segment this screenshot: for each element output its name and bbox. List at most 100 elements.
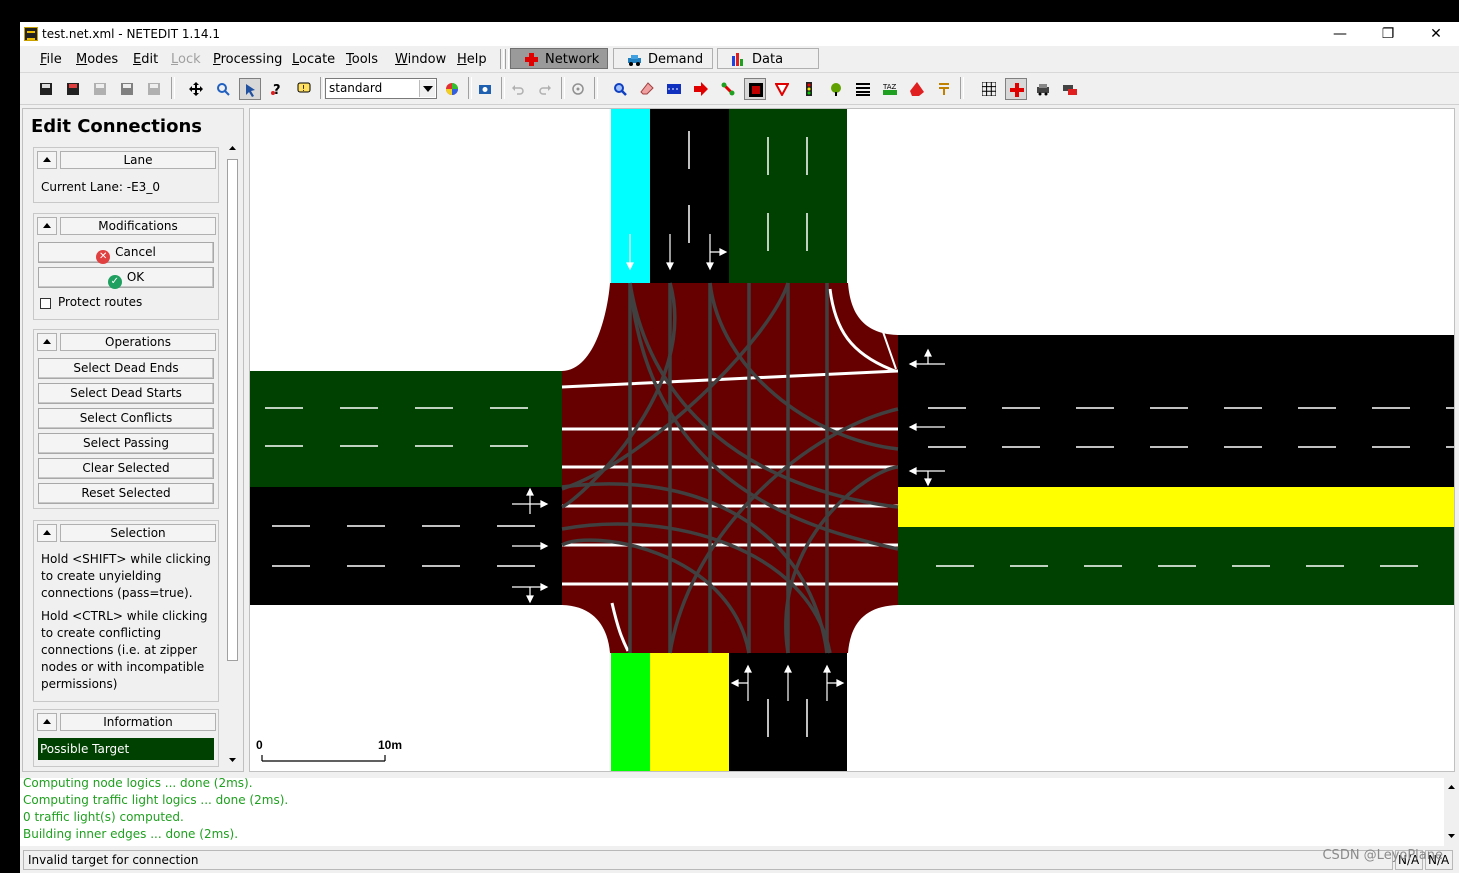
menu-edit[interactable]: Edit — [133, 52, 158, 67]
help-cursor-button[interactable]: ? — [266, 78, 288, 100]
shape-mode-button[interactable] — [906, 78, 928, 100]
network-view-canvas[interactable]: 0 10m — [249, 108, 1455, 772]
south-conflict-lane[interactable] — [650, 653, 729, 772]
ok-check-icon: ✓ — [107, 275, 122, 289]
panel-scrollbar[interactable] — [225, 141, 240, 767]
collapse-information-button[interactable] — [37, 713, 57, 731]
select-dead-ends-button[interactable]: Select Dead Ends — [38, 358, 214, 379]
crossing-mode-button[interactable] — [852, 78, 874, 100]
close-button[interactable]: ✕ — [1416, 24, 1456, 44]
menu-file[interactable]: File — [40, 52, 62, 67]
east-incoming-edge[interactable] — [898, 335, 1455, 487]
menu-bar: File Modes Edit Lock Processing Locate T… — [20, 46, 1459, 73]
supermode-demand-button[interactable]: Demand — [613, 48, 713, 69]
ctrl-hint-line: permissions) — [41, 677, 118, 691]
ok-button[interactable]: ✓ OK — [38, 267, 214, 289]
car-icon — [1037, 84, 1049, 96]
scroll-up-button[interactable] — [225, 141, 240, 156]
menu-processing[interactable]: Processing — [213, 52, 282, 67]
taz-mode-button[interactable]: TAZ — [879, 78, 901, 100]
save-additional-button[interactable] — [89, 78, 111, 100]
menu-modes[interactable]: Modes — [76, 52, 118, 67]
save-disabled-icon — [148, 83, 160, 95]
traffic-light-icon — [806, 82, 812, 96]
network-drawing[interactable]: 0 10m — [250, 109, 1455, 772]
north-outgoing-edge[interactable] — [729, 109, 847, 283]
chevron-up-icon[interactable] — [1444, 780, 1459, 795]
toggle-change-lanes-button[interactable] — [1059, 78, 1081, 100]
zoom-button[interactable] — [212, 78, 234, 100]
collapse-selection-button[interactable] — [37, 524, 57, 542]
save-data-button[interactable] — [116, 78, 138, 100]
ctrl-hint-line: Hold <CTRL> while clicking — [41, 609, 208, 623]
scroll-thumb[interactable] — [227, 159, 238, 661]
scroll-down-button[interactable] — [225, 752, 240, 767]
menu-window[interactable]: Window — [395, 52, 446, 67]
title-bar: test.net.xml - NETEDIT 1.14.1 — ❐ ✕ — [20, 22, 1459, 46]
information-group-title: Information — [60, 713, 216, 731]
save-button[interactable] — [35, 78, 57, 100]
wire-icon — [939, 83, 949, 95]
select-network-button[interactable] — [663, 78, 685, 100]
collapse-modifications-button[interactable] — [37, 217, 57, 235]
connect-mode-button[interactable] — [744, 78, 766, 100]
toggle-junction-shape-button[interactable] — [1005, 78, 1027, 100]
delete-mode-button[interactable] — [636, 78, 658, 100]
recompute-button[interactable] — [567, 78, 589, 100]
create-edge-button[interactable] — [717, 78, 739, 100]
network-inspect-button[interactable] — [609, 78, 631, 100]
cancel-x-icon: ✕ — [96, 250, 111, 264]
cancel-label: Cancel — [115, 245, 156, 259]
toggle-grid-button[interactable] — [978, 78, 1000, 100]
hint-button[interactable]: ! — [293, 78, 315, 100]
east-conflict-lane[interactable] — [898, 487, 1455, 527]
select-passing-button[interactable]: Select Passing — [38, 433, 214, 454]
edit-connections-frame: Edit Connections Lane Current Lane: -E3_… — [22, 108, 244, 772]
toolbar-separator — [171, 77, 175, 99]
move-mode-button[interactable] — [690, 78, 712, 100]
minimize-button[interactable]: — — [1320, 24, 1360, 44]
information-group: Information Possible Target — [33, 709, 219, 767]
prohibition-mode-button[interactable] — [771, 78, 793, 100]
prohibition-arrow-button[interactable] — [933, 78, 955, 100]
save-demand-button[interactable] — [62, 78, 84, 100]
supermode-data-button[interactable]: Data — [717, 48, 819, 69]
menu-help[interactable]: Help — [457, 52, 487, 67]
scale-start-label: 0 — [256, 738, 263, 752]
toggle-vehicle-button[interactable] — [1032, 78, 1054, 100]
select-mode-button[interactable] — [239, 78, 261, 100]
redo-button[interactable] — [534, 78, 556, 100]
selection-group-header: Selection — [36, 523, 216, 543]
modifications-group-title: Modifications — [60, 217, 216, 235]
menu-lock[interactable]: Lock — [171, 52, 201, 67]
inspect-mode-button[interactable] — [185, 78, 207, 100]
reset-selected-button[interactable]: Reset Selected — [38, 483, 214, 504]
color-scheme-button[interactable] — [441, 78, 463, 100]
crossing-stripes-icon — [856, 83, 870, 96]
select-conflicts-button[interactable]: Select Conflicts — [38, 408, 214, 429]
menu-locate[interactable]: Locate — [292, 52, 335, 67]
color-scheme-select[interactable]: standard — [325, 78, 437, 99]
south-target-lane[interactable] — [611, 653, 650, 772]
chevron-down-icon[interactable] — [1444, 828, 1459, 843]
clear-selected-button[interactable]: Clear Selected — [38, 458, 214, 479]
undo-button[interactable] — [507, 78, 529, 100]
west-incoming-edge[interactable] — [250, 371, 562, 487]
save-config-button[interactable] — [143, 78, 165, 100]
collapse-operations-button[interactable] — [37, 333, 57, 351]
additional-mode-button[interactable] — [825, 78, 847, 100]
protect-routes-checkbox[interactable] — [40, 298, 51, 309]
shift-hint-line: connections (pass=true). — [41, 586, 193, 600]
tls-mode-button[interactable] — [798, 78, 820, 100]
select-dead-starts-button[interactable]: Select Dead Starts — [38, 383, 214, 404]
move-arrows-icon — [189, 82, 203, 96]
log-scrollbar[interactable] — [1444, 778, 1459, 846]
chevron-down-icon[interactable] — [419, 80, 435, 97]
screenshot-button[interactable] — [474, 78, 496, 100]
supermode-network-button[interactable]: Network — [510, 48, 608, 69]
cancel-button[interactable]: ✕ Cancel — [38, 242, 214, 264]
collapse-lane-button[interactable] — [37, 151, 57, 169]
menu-tools[interactable]: Tools — [346, 52, 378, 67]
message-log[interactable]: Computing node logics ... done (2ms). Co… — [20, 778, 1459, 846]
restore-button[interactable]: ❐ — [1368, 24, 1408, 44]
